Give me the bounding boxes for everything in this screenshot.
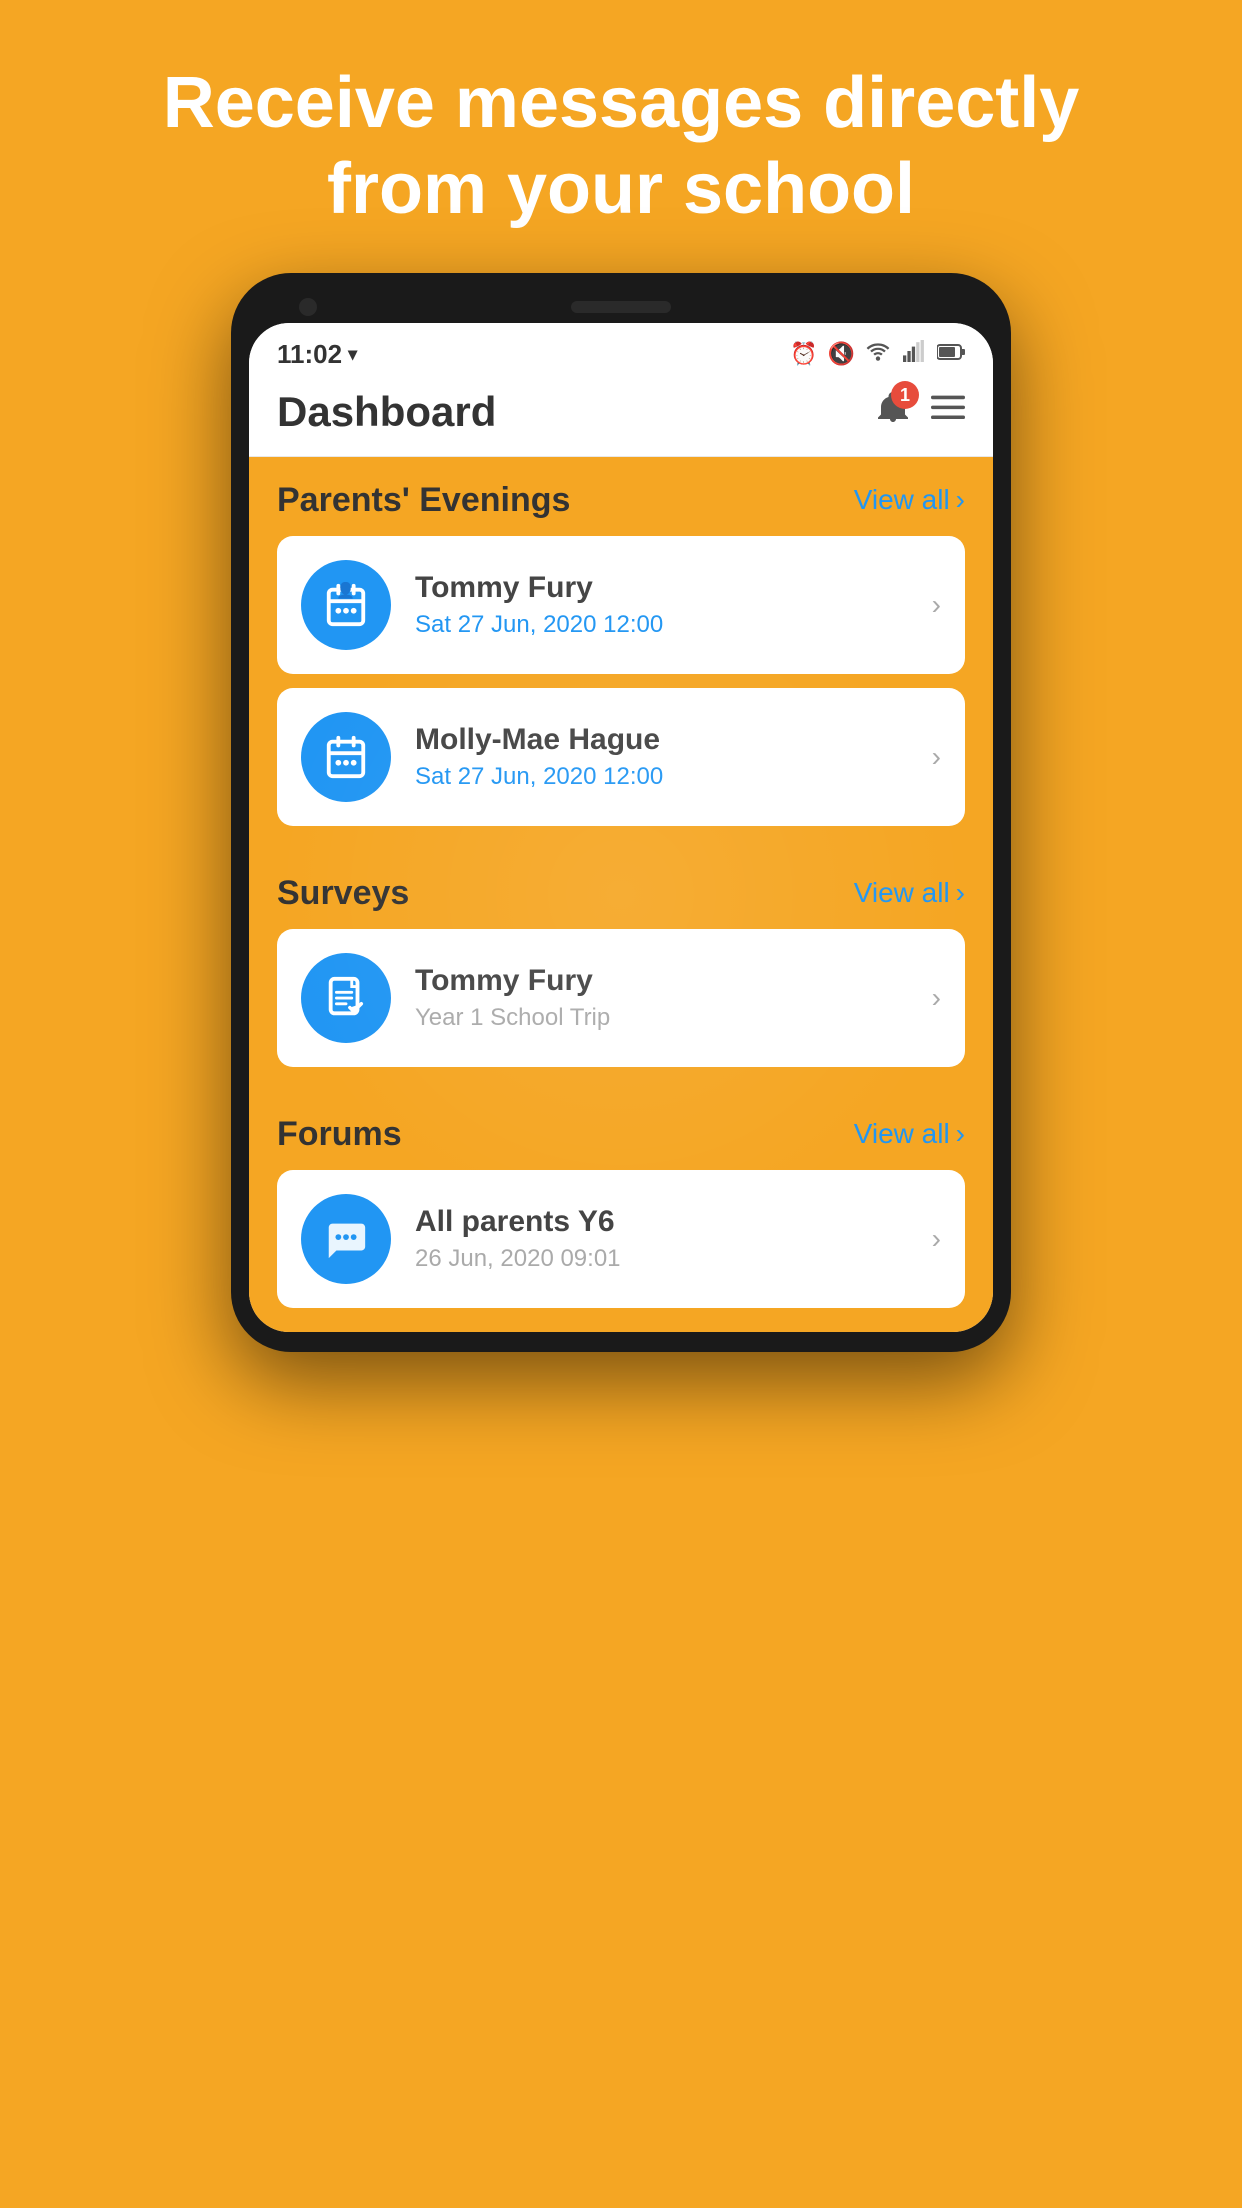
phone: 11:02 ▾ ⏰ 🔇 — [231, 273, 1011, 1352]
parents-evening-name-molly: Molly-Mae Hague — [415, 723, 908, 757]
surveys-header: Surveys View all › — [277, 874, 965, 913]
survey-icon-tommy — [301, 953, 391, 1043]
parents-evening-content-molly: Molly-Mae Hague Sat 27 Jun, 2020 12:00 — [415, 723, 908, 791]
parents-evening-item-tommy[interactable]: 👤 Tommy Fury Sat 27 Jun, 2020 12:00 › — [277, 536, 965, 674]
notification-bell-button[interactable]: 1 — [875, 389, 911, 434]
parents-evening-date-molly: Sat 27 Jun, 2020 12:00 — [415, 763, 908, 791]
survey-content-tommy: Tommy Fury Year 1 School Trip — [415, 964, 908, 1032]
parents-evenings-header: Parents' Evenings View all › — [277, 481, 965, 520]
surveys-view-all[interactable]: View all › — [854, 877, 965, 909]
surveys-section: Surveys View all › — [249, 850, 993, 1091]
forum-chevron-all-parents: › — [932, 1223, 941, 1255]
parents-evenings-title: Parents' Evenings — [277, 481, 570, 520]
signal-icon — [901, 340, 927, 368]
survey-name-tommy: Tommy Fury — [415, 964, 908, 998]
header-icons: 1 — [875, 389, 965, 434]
parents-evening-content-tommy: Tommy Fury Sat 27 Jun, 2020 12:00 — [415, 571, 908, 639]
phone-top-bar — [249, 293, 993, 323]
app-header: Dashboard 1 — [249, 378, 993, 457]
forums-section: Forums View all › — [249, 1091, 993, 1332]
forums-view-all[interactable]: View all › — [854, 1118, 965, 1150]
phone-camera — [299, 298, 317, 316]
phone-speaker — [571, 301, 671, 313]
forum-content-all-parents: All parents Y6 26 Jun, 2020 09:01 — [415, 1205, 908, 1273]
wifi-icon — [865, 340, 891, 368]
mute-icon: 🔇 — [828, 341, 855, 367]
parents-evenings-section: Parents' Evenings View all › — [249, 457, 993, 850]
status-bar: 11:02 ▾ ⏰ 🔇 — [249, 323, 993, 378]
phone-wrapper: 11:02 ▾ ⏰ 🔇 — [211, 273, 1031, 2208]
calendar-icon-tommy: 👤 — [301, 560, 391, 650]
alarm-icon: ⏰ — [790, 341, 817, 367]
view-all-chevron-icon: › — [956, 484, 965, 516]
parents-evening-date-tommy: Sat 27 Jun, 2020 12:00 — [415, 611, 908, 639]
parents-evening-item-molly[interactable]: Molly-Mae Hague Sat 27 Jun, 2020 12:00 › — [277, 688, 965, 826]
forums-title: Forums — [277, 1115, 402, 1154]
status-time: 11:02 ▾ — [277, 339, 357, 370]
content-area: Parents' Evenings View all › — [249, 457, 993, 1332]
notification-badge: 1 — [891, 381, 919, 409]
svg-text:👤: 👤 — [336, 582, 355, 599]
card-chevron-tommy: › — [932, 589, 941, 621]
battery-icon — [937, 341, 965, 367]
forums-header: Forums View all › — [277, 1115, 965, 1154]
time-dropdown-icon: ▾ — [348, 344, 357, 365]
surveys-view-all-chevron-icon: › — [956, 877, 965, 909]
forum-name-all-parents: All parents Y6 — [415, 1205, 908, 1239]
status-icons: ⏰ 🔇 — [790, 340, 965, 368]
app-title: Dashboard — [277, 388, 496, 436]
menu-button[interactable] — [931, 390, 965, 433]
survey-chevron-tommy: › — [932, 982, 941, 1014]
parents-evenings-view-all[interactable]: View all › — [854, 484, 965, 516]
parents-evening-name-tommy: Tommy Fury — [415, 571, 908, 605]
survey-detail-tommy: Year 1 School Trip — [415, 1004, 908, 1032]
surveys-title: Surveys — [277, 874, 409, 913]
forum-item-all-parents[interactable]: All parents Y6 26 Jun, 2020 09:01 › — [277, 1170, 965, 1308]
survey-item-tommy[interactable]: Tommy Fury Year 1 School Trip › — [277, 929, 965, 1067]
screen: 11:02 ▾ ⏰ 🔇 — [249, 323, 993, 1332]
forums-view-all-chevron-icon: › — [956, 1118, 965, 1150]
card-chevron-molly: › — [932, 741, 941, 773]
calendar-icon-molly — [301, 712, 391, 802]
forum-date-all-parents: 26 Jun, 2020 09:01 — [415, 1245, 908, 1273]
chat-icon-all-parents — [301, 1194, 391, 1284]
hero-text: Receive messages directly from your scho… — [0, 0, 1242, 273]
